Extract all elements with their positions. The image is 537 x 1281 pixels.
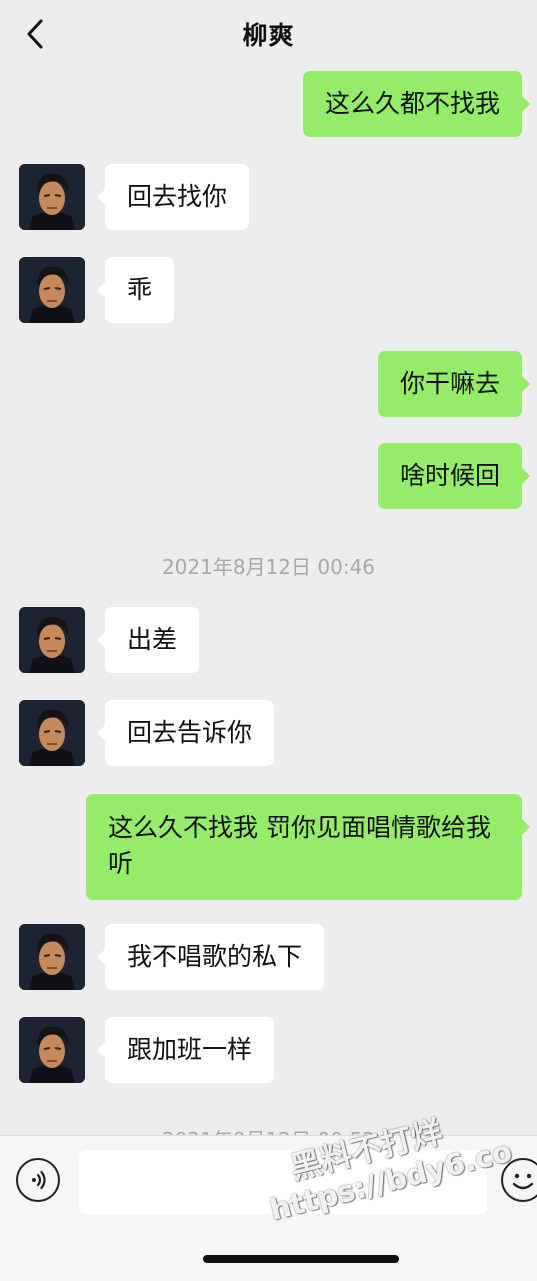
home-indicator[interactable]	[203, 1255, 399, 1263]
message-bubble-outgoing[interactable]: 你干嘛去	[377, 351, 531, 417]
contact-avatar[interactable]	[19, 924, 85, 990]
voice-input-button[interactable]	[16, 1158, 60, 1202]
message-bubble-incoming[interactable]: 我不唱歌的私下	[96, 924, 325, 990]
message-bubble-outgoing[interactable]: 这么久都不找我	[302, 71, 531, 137]
message-bubble-incoming[interactable]: 跟加班一样	[96, 1017, 275, 1083]
contact-avatar[interactable]	[19, 700, 85, 766]
message-bubble-incoming[interactable]: 回去找你	[96, 164, 250, 230]
chat-message-list: 这么久都不找我 回去找你 乖 你干嘛去 啥时候回 2021年8月12日 00:4…	[0, 0, 537, 1152]
contact-avatar[interactable]	[19, 1017, 85, 1083]
message-timestamp: 2021年8月12日 00:46	[161, 555, 376, 579]
contact-avatar[interactable]	[19, 607, 85, 673]
chat-header: 柳爽	[0, 0, 537, 70]
message-bubble-incoming[interactable]: 回去告诉你	[96, 700, 275, 766]
message-bubble-incoming[interactable]: 出差	[96, 607, 200, 673]
chat-title: 柳爽	[242, 21, 295, 50]
message-bubble-outgoing[interactable]: 这么久不找我 罚你见面唱情歌给我听	[86, 794, 530, 900]
message-bubble-outgoing[interactable]: 啥时候回	[377, 443, 531, 509]
contact-avatar[interactable]	[19, 257, 85, 323]
contact-avatar[interactable]	[19, 164, 85, 230]
message-bubble-incoming[interactable]: 乖	[96, 257, 175, 323]
voice-icon	[32, 1170, 46, 1190]
